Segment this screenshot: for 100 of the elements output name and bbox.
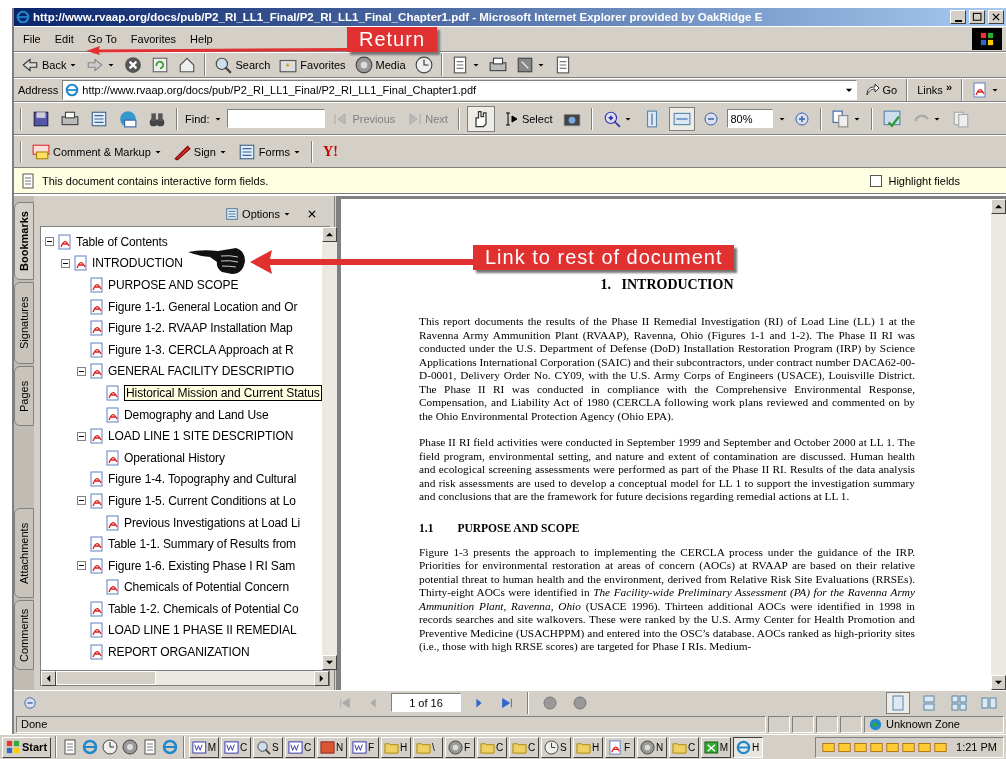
bookmark-tooltip[interactable]: Historical Mission and Current Status xyxy=(124,384,322,401)
scroll-down-arrow-icon xyxy=(995,679,1002,686)
taskbar-button[interactable]: N xyxy=(637,736,668,758)
bookmark-item[interactable]: Figure 1-3. CERCLA Approach at R xyxy=(108,342,294,357)
minus-icon xyxy=(79,563,84,569)
taskbar-button[interactable]: N xyxy=(317,736,348,758)
taskbar-button[interactable]: S xyxy=(541,736,572,758)
vertical-scrollbar[interactable] xyxy=(321,227,337,670)
pdf-page-icon xyxy=(89,277,105,293)
bookmark-item[interactable]: Previous Investigations at Load Li xyxy=(124,515,301,530)
ie-app-icon xyxy=(736,739,752,755)
bookmark-item[interactable]: Demography and Land Use xyxy=(124,407,269,422)
address-field[interactable]: http://www.rvaap.org/docs/pub/P2_RI_LL1_Final/P2_RI_LL1_Final_Chapter1.pdf xyxy=(62,80,857,100)
link-callout: Link to rest of document xyxy=(473,245,735,270)
bookmark-item[interactable]: Operational History xyxy=(124,450,225,465)
taskbar-button[interactable]: C xyxy=(221,736,252,758)
media-button[interactable]: Media xyxy=(351,54,409,76)
hand-tool-button[interactable] xyxy=(466,105,495,132)
highlight-checkbox[interactable] xyxy=(870,174,883,187)
page-number-field[interactable]: 1 of 16 xyxy=(391,693,461,712)
zone-text: Unknown Zone xyxy=(886,718,960,730)
dropdown-caret-icon xyxy=(471,61,480,69)
bookmark-item[interactable]: Chemicals of Potential Concern xyxy=(124,580,290,595)
taskbar-button[interactable]: C xyxy=(669,736,700,758)
taskbar-button[interactable]: H xyxy=(573,736,604,758)
pdf-page-icon xyxy=(105,406,121,423)
menu-item[interactable]: Help xyxy=(185,31,218,47)
menu-item[interactable]: Edit xyxy=(49,31,79,47)
forms-button[interactable]: Forms xyxy=(234,140,304,163)
bookmark-item[interactable]: LOAD LINE 1 SITE DESCRIPTION xyxy=(108,429,294,444)
bookmark-item[interactable]: LOAD LINE 1 PHASE II REMEDIAL xyxy=(108,623,297,638)
bookmark-item[interactable]: PURPOSE AND SCOPE xyxy=(108,278,239,292)
links-button[interactable]: Links » xyxy=(914,82,955,98)
maximize-button[interactable] xyxy=(969,10,985,24)
taskbar-button[interactable]: C xyxy=(285,736,316,758)
bookmark-item[interactable]: Figure 1-1. General Location and Or xyxy=(108,299,298,314)
collapse-toggle[interactable] xyxy=(61,258,70,268)
bookmark-item[interactable]: Figure 1-5. Current Conditions at Lo xyxy=(108,493,296,508)
bookmark-item[interactable]: Table 1-2. Chemicals of Potential Co xyxy=(108,601,299,616)
close-button[interactable] xyxy=(988,10,1004,24)
taskbar-button[interactable]: S xyxy=(253,736,284,758)
options-list-icon xyxy=(225,207,240,221)
quick-launch-button[interactable] xyxy=(101,738,120,756)
taskbar-button[interactable]: F xyxy=(605,736,636,758)
menu-item[interactable]: Go To xyxy=(82,31,122,47)
quick-launch-icon xyxy=(102,739,119,755)
net-app-icon xyxy=(640,739,656,755)
bookmark-item[interactable]: GENERAL FACILITY DESCRIPTIO xyxy=(108,364,294,379)
minus-icon xyxy=(79,368,84,374)
select-button[interactable]: Select xyxy=(499,108,556,129)
globe-mail-icon xyxy=(119,109,137,128)
go-button[interactable]: Go xyxy=(860,80,901,100)
document-scrollbar[interactable] xyxy=(991,199,1006,690)
taskbar-button[interactable]: C xyxy=(477,736,508,758)
taskbar-button[interactable]: H xyxy=(381,736,412,758)
start-button[interactable]: Start xyxy=(2,736,52,758)
taskbar-button[interactable]: \ xyxy=(413,736,444,758)
taskbar-button[interactable]: F xyxy=(445,736,476,758)
panel-tab[interactable]: Bookmarks xyxy=(14,202,34,280)
bookmark-item[interactable]: Figure 1-4. Topography and Cultural xyxy=(108,472,297,487)
bookmark-item[interactable]: INTRODUCTION xyxy=(92,256,183,271)
pdf-page-icon xyxy=(89,644,105,661)
panel-tab[interactable]: Comments xyxy=(14,600,34,670)
zoom-field[interactable]: 80% xyxy=(727,109,774,128)
comment-button[interactable]: Comment & Markup xyxy=(29,140,165,163)
panel-tab[interactable]: Attachments xyxy=(14,508,34,598)
collapse-toggle[interactable] xyxy=(77,496,86,506)
sign-button[interactable]: Sign xyxy=(169,140,230,163)
minimize-button[interactable] xyxy=(950,10,966,24)
collapse-toggle[interactable] xyxy=(77,366,86,376)
quick-launch-button[interactable] xyxy=(81,738,100,756)
single-page-button[interactable] xyxy=(886,691,910,714)
taskbar-button[interactable]: C xyxy=(509,736,540,758)
taskbar-button[interactable]: M xyxy=(701,736,732,758)
collapse-toggle[interactable] xyxy=(45,237,54,247)
taskbar-button[interactable]: F xyxy=(349,736,380,758)
favorites-button[interactable]: Favorites xyxy=(276,54,349,76)
quick-launch-button[interactable] xyxy=(121,738,140,756)
horizontal-scrollbar[interactable] xyxy=(40,671,330,686)
back-button[interactable]: Back xyxy=(18,54,81,76)
bookmark-item[interactable]: Figure 1-6. Existing Phase I RI Sam xyxy=(108,558,296,573)
find-label: Find: xyxy=(185,112,210,125)
collapse-toggle[interactable] xyxy=(77,431,86,441)
yahoo-button[interactable]: Y! xyxy=(320,141,341,162)
panel-tab[interactable]: Signatures xyxy=(14,282,34,364)
find-field[interactable] xyxy=(227,109,326,128)
fit-width-button[interactable] xyxy=(669,106,696,131)
bookmark-item[interactable]: Table of Contents xyxy=(76,234,168,249)
taskbar-button[interactable]: M xyxy=(189,736,220,758)
bookmark-item[interactable]: Figure 1-2. RVAAP Installation Map xyxy=(108,321,293,336)
bookmark-item[interactable]: REPORT ORGANIZATION xyxy=(108,645,250,660)
quick-launch-button[interactable] xyxy=(161,738,180,756)
menu-item[interactable]: Favorites xyxy=(125,31,182,47)
bookmark-item[interactable]: Table 1-1. Summary of Results from xyxy=(108,537,296,552)
taskbar-button[interactable]: H xyxy=(733,736,764,758)
options-button[interactable]: Options xyxy=(222,205,294,223)
menu-item[interactable]: File xyxy=(18,31,46,47)
search-button[interactable]: Search xyxy=(211,54,274,76)
collapse-toggle[interactable] xyxy=(77,561,86,571)
panel-tab[interactable]: Pages xyxy=(14,366,34,426)
